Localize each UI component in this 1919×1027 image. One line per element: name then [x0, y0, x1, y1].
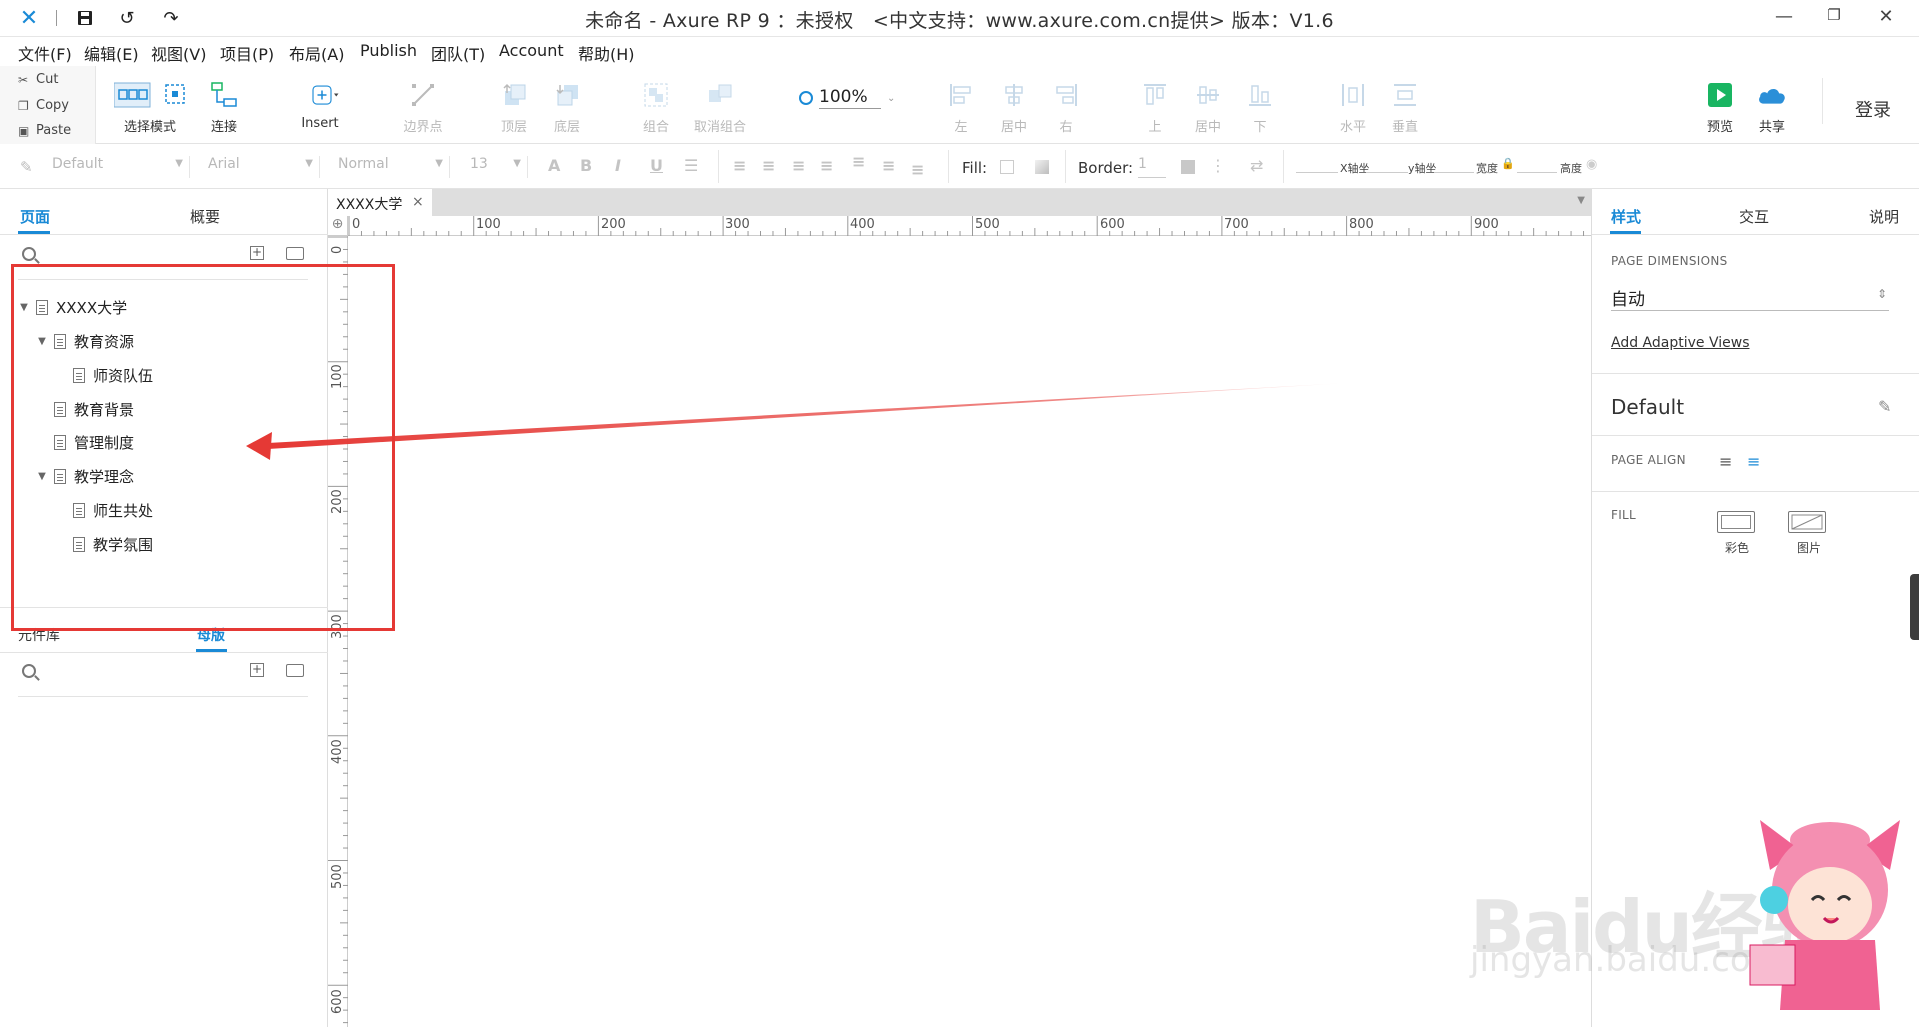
mascot-illustration [1749, 820, 1900, 1010]
